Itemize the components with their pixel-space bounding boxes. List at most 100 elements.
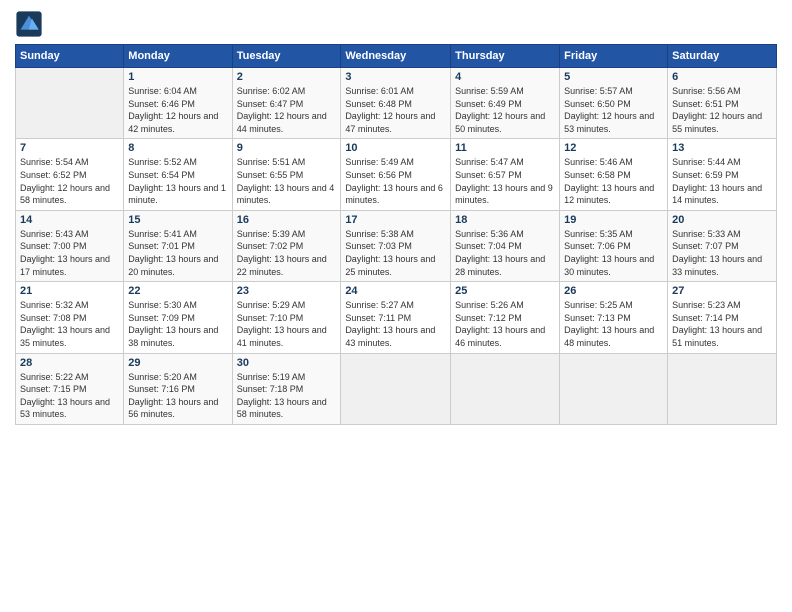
weekday-header: Wednesday bbox=[341, 45, 451, 68]
day-number: 22 bbox=[128, 285, 227, 297]
weekday-header: Tuesday bbox=[232, 45, 341, 68]
calendar-cell: 17Sunrise: 5:38 AMSunset: 7:03 PMDayligh… bbox=[341, 210, 451, 281]
calendar-cell: 20 Sunrise: 5:33 AMSunset: 7:07 PMDayligh… bbox=[668, 210, 777, 281]
calendar-cell: 27 Sunrise: 5:23 AMSunset: 7:14 PMDayligh… bbox=[668, 282, 777, 353]
day-info: Sunrise: 5:30 AMSunset: 7:09 PMDaylight:… bbox=[128, 299, 227, 349]
day-info: Sunrise: 5:25 AMSunset: 7:13 PMDaylight:… bbox=[564, 299, 663, 349]
calendar-week-row: 21Sunrise: 5:32 AMSunset: 7:08 PMDayligh… bbox=[16, 282, 777, 353]
logo bbox=[15, 10, 47, 38]
day-number: 16 bbox=[237, 214, 337, 226]
calendar-cell: 15 Sunrise: 5:41 AMSunset: 7:01 PMDayligh… bbox=[124, 210, 232, 281]
calendar-cell: 14Sunrise: 5:43 AMSunset: 7:00 PMDayligh… bbox=[16, 210, 124, 281]
day-info: Sunrise: 5:43 AMSunset: 7:00 PMDaylight:… bbox=[20, 228, 119, 278]
day-info: Sunrise: 5:59 AMSunset: 6:49 PMDaylight:… bbox=[455, 85, 555, 135]
day-info: Sunrise: 5:57 AMSunset: 6:50 PMDaylight:… bbox=[564, 85, 663, 135]
day-info: Sunrise: 5:49 AMSunset: 6:56 PMDaylight:… bbox=[345, 156, 446, 206]
header bbox=[15, 10, 777, 38]
day-number: 26 bbox=[564, 285, 663, 297]
weekday-header: Sunday bbox=[16, 45, 124, 68]
day-info: Sunrise: 5:27 AMSunset: 7:11 PMDaylight:… bbox=[345, 299, 446, 349]
calendar-cell: 4 Sunrise: 5:59 AMSunset: 6:49 PMDaylight… bbox=[451, 68, 560, 139]
calendar-cell: 30 Sunrise: 5:19 AMSunset: 7:18 PMDayligh… bbox=[232, 353, 341, 424]
calendar-cell: 12 Sunrise: 5:46 AMSunset: 6:58 PMDayligh… bbox=[560, 139, 668, 210]
day-number: 6 bbox=[672, 71, 772, 83]
day-info: Sunrise: 5:33 AMSunset: 7:07 PMDaylight:… bbox=[672, 228, 772, 278]
day-info: Sunrise: 5:52 AMSunset: 6:54 PMDaylight:… bbox=[128, 156, 227, 206]
day-number: 9 bbox=[237, 142, 337, 154]
day-info: Sunrise: 5:47 AMSunset: 6:57 PMDaylight:… bbox=[455, 156, 555, 206]
day-number: 27 bbox=[672, 285, 772, 297]
day-number: 23 bbox=[237, 285, 337, 297]
calendar-cell: 1Sunrise: 6:04 AMSunset: 6:46 PMDaylight… bbox=[124, 68, 232, 139]
calendar-cell: 25 Sunrise: 5:26 AMSunset: 7:12 PMDayligh… bbox=[451, 282, 560, 353]
day-info: Sunrise: 5:19 AMSunset: 7:18 PMDaylight:… bbox=[237, 371, 337, 421]
day-info: Sunrise: 5:41 AMSunset: 7:01 PMDaylight:… bbox=[128, 228, 227, 278]
weekday-header-row: SundayMondayTuesdayWednesdayThursdayFrid… bbox=[16, 45, 777, 68]
day-number: 8 bbox=[128, 142, 227, 154]
day-info: Sunrise: 5:23 AMSunset: 7:14 PMDaylight:… bbox=[672, 299, 772, 349]
calendar-cell: 6 Sunrise: 5:56 AMSunset: 6:51 PMDaylight… bbox=[668, 68, 777, 139]
calendar-cell: 8 Sunrise: 5:52 AMSunset: 6:54 PMDaylight… bbox=[124, 139, 232, 210]
day-number: 1 bbox=[128, 71, 227, 83]
calendar-table: SundayMondayTuesdayWednesdayThursdayFrid… bbox=[15, 44, 777, 425]
day-info: Sunrise: 5:46 AMSunset: 6:58 PMDaylight:… bbox=[564, 156, 663, 206]
calendar-cell: 9 Sunrise: 5:51 AMSunset: 6:55 PMDaylight… bbox=[232, 139, 341, 210]
calendar-cell bbox=[451, 353, 560, 424]
calendar-cell: 13 Sunrise: 5:44 AMSunset: 6:59 PMDayligh… bbox=[668, 139, 777, 210]
weekday-header: Saturday bbox=[668, 45, 777, 68]
day-number: 29 bbox=[128, 357, 227, 369]
day-info: Sunrise: 5:32 AMSunset: 7:08 PMDaylight:… bbox=[20, 299, 119, 349]
day-info: Sunrise: 5:44 AMSunset: 6:59 PMDaylight:… bbox=[672, 156, 772, 206]
day-info: Sunrise: 5:39 AMSunset: 7:02 PMDaylight:… bbox=[237, 228, 337, 278]
day-number: 25 bbox=[455, 285, 555, 297]
day-number: 20 bbox=[672, 214, 772, 226]
page-container: SundayMondayTuesdayWednesdayThursdayFrid… bbox=[0, 0, 792, 435]
calendar-cell: 21Sunrise: 5:32 AMSunset: 7:08 PMDayligh… bbox=[16, 282, 124, 353]
day-number: 3 bbox=[345, 71, 446, 83]
calendar-week-row: 7 Sunrise: 5:54 AMSunset: 6:52 PMDaylight… bbox=[16, 139, 777, 210]
day-info: Sunrise: 6:02 AMSunset: 6:47 PMDaylight:… bbox=[237, 85, 337, 135]
day-info: Sunrise: 6:01 AMSunset: 6:48 PMDaylight:… bbox=[345, 85, 446, 135]
day-info: Sunrise: 5:51 AMSunset: 6:55 PMDaylight:… bbox=[237, 156, 337, 206]
calendar-week-row: 1Sunrise: 6:04 AMSunset: 6:46 PMDaylight… bbox=[16, 68, 777, 139]
day-info: Sunrise: 5:22 AMSunset: 7:15 PMDaylight:… bbox=[20, 371, 119, 421]
calendar-cell bbox=[668, 353, 777, 424]
day-number: 30 bbox=[237, 357, 337, 369]
day-number: 15 bbox=[128, 214, 227, 226]
calendar-cell: 11 Sunrise: 5:47 AMSunset: 6:57 PMDayligh… bbox=[451, 139, 560, 210]
day-number: 11 bbox=[455, 142, 555, 154]
calendar-cell bbox=[341, 353, 451, 424]
day-number: 19 bbox=[564, 214, 663, 226]
day-info: Sunrise: 5:20 AMSunset: 7:16 PMDaylight:… bbox=[128, 371, 227, 421]
day-info: Sunrise: 5:56 AMSunset: 6:51 PMDaylight:… bbox=[672, 85, 772, 135]
weekday-header: Thursday bbox=[451, 45, 560, 68]
day-number: 28 bbox=[20, 357, 119, 369]
weekday-header: Monday bbox=[124, 45, 232, 68]
calendar-cell: 5Sunrise: 5:57 AMSunset: 6:50 PMDaylight… bbox=[560, 68, 668, 139]
day-number: 7 bbox=[20, 142, 119, 154]
calendar-cell bbox=[560, 353, 668, 424]
calendar-cell bbox=[16, 68, 124, 139]
day-number: 13 bbox=[672, 142, 772, 154]
calendar-week-row: 28 Sunrise: 5:22 AMSunset: 7:15 PMDayligh… bbox=[16, 353, 777, 424]
day-info: Sunrise: 5:54 AMSunset: 6:52 PMDaylight:… bbox=[20, 156, 119, 206]
day-number: 10 bbox=[345, 142, 446, 154]
day-info: Sunrise: 5:36 AMSunset: 7:04 PMDaylight:… bbox=[455, 228, 555, 278]
calendar-cell: 29 Sunrise: 5:20 AMSunset: 7:16 PMDayligh… bbox=[124, 353, 232, 424]
calendar-cell: 18Sunrise: 5:36 AMSunset: 7:04 PMDayligh… bbox=[451, 210, 560, 281]
day-info: Sunrise: 5:35 AMSunset: 7:06 PMDaylight:… bbox=[564, 228, 663, 278]
day-info: Sunrise: 5:38 AMSunset: 7:03 PMDaylight:… bbox=[345, 228, 446, 278]
calendar-cell: 26 Sunrise: 5:25 AMSunset: 7:13 PMDayligh… bbox=[560, 282, 668, 353]
calendar-cell: 22 Sunrise: 5:30 AMSunset: 7:09 PMDayligh… bbox=[124, 282, 232, 353]
logo-icon bbox=[15, 10, 43, 38]
calendar-cell: 19 Sunrise: 5:35 AMSunset: 7:06 PMDayligh… bbox=[560, 210, 668, 281]
calendar-cell: 7 Sunrise: 5:54 AMSunset: 6:52 PMDaylight… bbox=[16, 139, 124, 210]
day-info: Sunrise: 5:26 AMSunset: 7:12 PMDaylight:… bbox=[455, 299, 555, 349]
calendar-cell: 24Sunrise: 5:27 AMSunset: 7:11 PMDayligh… bbox=[341, 282, 451, 353]
day-number: 12 bbox=[564, 142, 663, 154]
calendar-week-row: 14Sunrise: 5:43 AMSunset: 7:00 PMDayligh… bbox=[16, 210, 777, 281]
calendar-cell: 3 Sunrise: 6:01 AMSunset: 6:48 PMDaylight… bbox=[341, 68, 451, 139]
calendar-cell: 23Sunrise: 5:29 AMSunset: 7:10 PMDayligh… bbox=[232, 282, 341, 353]
day-number: 4 bbox=[455, 71, 555, 83]
calendar-cell: 16 Sunrise: 5:39 AMSunset: 7:02 PMDayligh… bbox=[232, 210, 341, 281]
